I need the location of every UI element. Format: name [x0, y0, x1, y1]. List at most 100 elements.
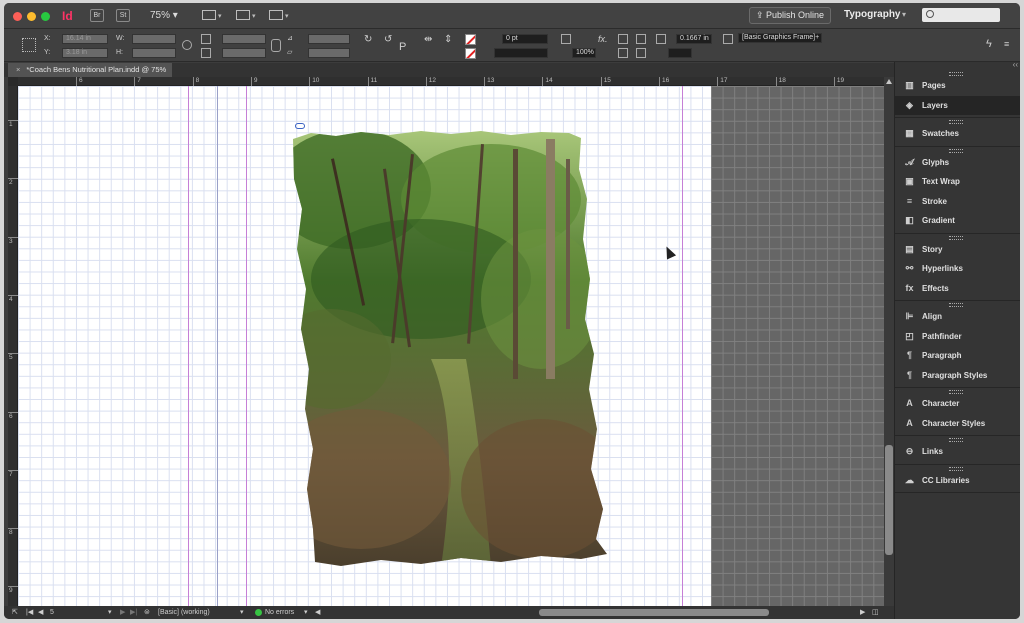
opacity-field[interactable]: 100% [572, 48, 596, 58]
stock-button[interactable]: St [116, 9, 130, 22]
scroll-left-icon[interactable]: ◀ [315, 606, 320, 619]
panel-item-layers[interactable]: ◈ Layers [895, 95, 1020, 115]
panel-item-pages[interactable]: ▥ Pages [895, 76, 1020, 96]
page-menu-chevron-icon[interactable]: ▾ [108, 606, 112, 619]
scale-y-field[interactable] [222, 48, 266, 58]
pasteboard[interactable] [711, 86, 884, 606]
corner-shape-dropdown[interactable] [668, 48, 692, 58]
next-page-icon[interactable]: ▶ [120, 606, 125, 619]
ruler-tick-label: 8 [8, 528, 18, 537]
constrain-proportions-icon[interactable] [182, 40, 192, 50]
panel-item-gradient[interactable]: ◧ Gradient [895, 211, 1020, 231]
panel-item-stroke[interactable]: ≡ Stroke [895, 192, 1020, 212]
ruler-tick-label: 19 [833, 77, 844, 86]
drop-shadow-icon[interactable] [561, 34, 571, 44]
panel-menu-icon[interactable]: ≡ [1004, 39, 1009, 49]
cc-libraries-icon: ☁ [905, 474, 914, 485]
corner-options-icon[interactable] [656, 34, 666, 44]
stroke-type-dropdown[interactable] [494, 48, 548, 58]
chevron-down-icon[interactable]: ▾ [902, 10, 906, 19]
scroll-right-icon[interactable]: ▶ [860, 606, 865, 619]
workspace-switcher[interactable]: Typography [844, 9, 900, 20]
stroke-weight-field[interactable]: 0 pt [502, 34, 548, 44]
panel-item-links[interactable]: ⊖ Links [895, 442, 1020, 462]
rotation-angle-field[interactable] [308, 34, 350, 44]
width-field[interactable] [132, 34, 176, 44]
link-scale-icon[interactable] [271, 39, 281, 52]
document-tab[interactable]: × *Coach Bens Nutritional Plan.indd @ 75% [8, 63, 173, 77]
zoom-level-menu[interactable]: 75% ▾ [150, 10, 178, 21]
scroll-up-icon[interactable] [886, 79, 892, 84]
lightning-icon[interactable]: ϟ [986, 38, 992, 50]
fill-frame-icon[interactable] [636, 48, 646, 58]
preflight-status[interactable]: No errors [265, 606, 294, 619]
select-container-icon[interactable]: P [399, 41, 406, 53]
ruler-tick-label: 9 [250, 77, 258, 86]
flip-horizontal-icon[interactable]: ⇹ [424, 34, 432, 45]
flip-vertical-icon[interactable]: ⇕ [444, 34, 452, 45]
minimize-window-button[interactable] [27, 12, 36, 21]
split-layout-icon[interactable]: ◫ [872, 606, 879, 619]
page-options-icon[interactable]: ⊜ [144, 606, 150, 619]
horizontal-scroll-thumb[interactable] [539, 609, 769, 616]
rotate-cw-icon[interactable]: ↻ [364, 34, 372, 45]
open-page-icon[interactable]: ⇱ [12, 606, 18, 619]
y-position-field[interactable]: 3.18 in [62, 48, 108, 58]
panel-item-paragraph[interactable]: ¶ Paragraph [895, 346, 1020, 366]
screen-mode-icon[interactable]: ▾ [236, 9, 258, 21]
publish-online-button[interactable]: ⇪ Publish Online [749, 7, 831, 24]
vertical-ruler[interactable]: 1 2 3 4 5 6 7 8 9 [8, 86, 18, 606]
arrange-documents-icon[interactable]: ▾ [269, 9, 291, 21]
panel-item-character-styles[interactable]: A Character Styles [895, 414, 1020, 434]
corner-size-field[interactable]: 0.1667 in [676, 34, 712, 44]
shear-angle-field[interactable] [308, 48, 350, 58]
panel-item-hyperlinks[interactable]: ⚯ Hyperlinks [895, 259, 1020, 279]
style-menu-chevron-icon[interactable]: ▾ [240, 606, 244, 619]
effects-fx-icon[interactable]: fx. [598, 34, 608, 44]
horizontal-ruler[interactable]: 6 7 8 9 10 11 12 13 14 15 16 17 18 19 [18, 77, 888, 86]
vertical-scroll-thumb[interactable] [885, 445, 893, 555]
ruler-origin[interactable] [8, 77, 18, 86]
object-style-dropdown[interactable]: [Basic Graphics Frame]+ [738, 33, 822, 43]
view-options-icon[interactable]: ▾ [202, 9, 224, 21]
scale-x-field[interactable] [222, 34, 266, 44]
zoom-window-button[interactable] [41, 12, 50, 21]
panel-item-label: CC Libraries [922, 475, 970, 485]
previous-page-icon[interactable]: ◀ [38, 606, 43, 619]
vertical-scrollbar[interactable] [884, 77, 894, 606]
panel-item-story[interactable]: ▤ Story [895, 240, 1020, 260]
search-input[interactable] [922, 8, 1000, 22]
document-canvas[interactable] [18, 86, 884, 606]
center-content-icon[interactable] [618, 48, 628, 58]
panel-item-effects[interactable]: fx Effects [895, 279, 1020, 299]
fit-content-icon[interactable] [636, 34, 646, 44]
collapse-panels-icon[interactable] [895, 60, 1020, 70]
object-styles-icon[interactable] [723, 34, 733, 44]
x-position-field[interactable]: 16.14 in [62, 34, 108, 44]
forest-path-photo[interactable] [291, 129, 609, 567]
panel-item-text-wrap[interactable]: ▣ Text Wrap [895, 172, 1020, 192]
fit-frame-icon[interactable] [618, 34, 628, 44]
height-field[interactable] [132, 48, 176, 58]
panel-group: ⊖ Links [895, 436, 1020, 465]
last-page-icon[interactable]: ▶| [130, 606, 137, 619]
rotate-ccw-icon[interactable]: ↺ [384, 34, 392, 45]
panel-group: 𝒜 Glyphs ▣ Text Wrap ≡ Stroke ◧ Gradient [895, 147, 1020, 234]
close-icon[interactable]: × [16, 65, 20, 74]
panel-item-align[interactable]: ⊫ Align [895, 307, 1020, 327]
panel-item-swatches[interactable]: ▦ Swatches [895, 124, 1020, 144]
ruler-tick-label: 10 [309, 77, 319, 86]
bridge-button[interactable]: Br [90, 9, 104, 22]
page-number-field[interactable]: 5 [50, 606, 54, 619]
panel-item-glyphs[interactable]: 𝒜 Glyphs [895, 153, 1020, 173]
stroke-swatch[interactable] [465, 48, 476, 59]
close-window-button[interactable] [13, 12, 22, 21]
fill-swatch[interactable] [465, 34, 476, 45]
preflight-menu-chevron-icon[interactable]: ▾ [304, 606, 308, 619]
panel-item-paragraph-styles[interactable]: ¶ Paragraph Styles [895, 366, 1020, 386]
panel-item-cc-libraries[interactable]: ☁ CC Libraries [895, 471, 1020, 491]
first-page-icon[interactable]: |◀ [26, 606, 33, 619]
panel-item-character[interactable]: A Character [895, 394, 1020, 414]
panel-item-pathfinder[interactable]: ◰ Pathfinder [895, 327, 1020, 347]
reference-point-icon[interactable] [22, 38, 36, 52]
